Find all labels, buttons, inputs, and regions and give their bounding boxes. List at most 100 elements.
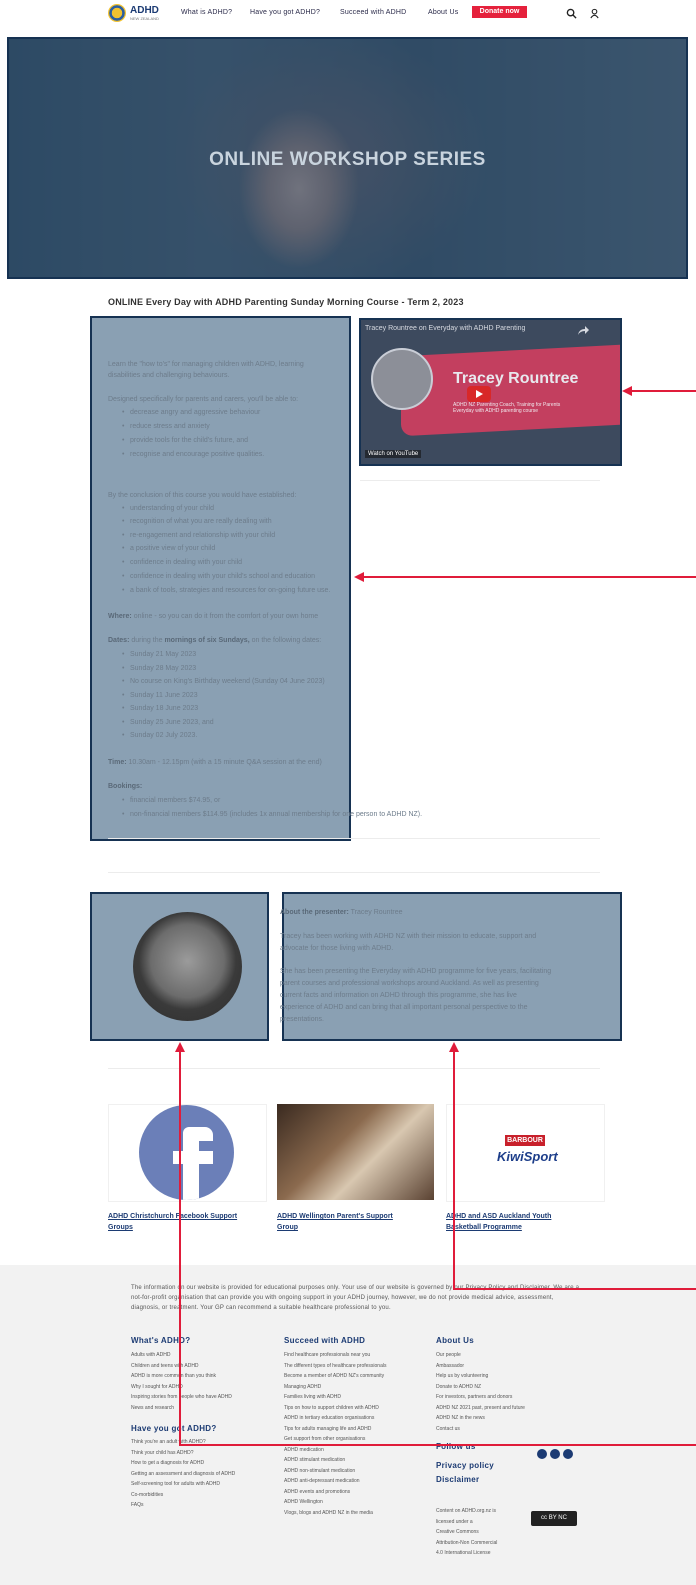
footer-heading-succeed[interactable]: Succeed with ADHD — [284, 1336, 365, 1345]
footer-link[interactable]: ADHD non-stimulant medication — [284, 1466, 386, 1477]
presenter-p2-line: parent courses and professional workshop… — [280, 980, 539, 987]
designed-item: provide tools for the child's future, an… — [122, 437, 248, 444]
facebook-icon[interactable] — [537, 1449, 547, 1459]
watch-on-youtube-link[interactable]: Watch on YouTube — [365, 450, 422, 458]
divider — [360, 480, 600, 481]
footer-link[interactable]: Families living with ADHD — [284, 1392, 386, 1403]
search-icon[interactable] — [566, 8, 577, 19]
nav-have-you-got-adhd[interactable]: Have you got ADHD? — [250, 9, 320, 16]
footer-link[interactable]: For investors, partners and donors — [436, 1392, 525, 1403]
youtube-icon[interactable] — [563, 1449, 573, 1459]
date-item: Sunday 25 June 2023, and — [122, 719, 214, 726]
footer-link[interactable]: Find healthcare professionals near you — [284, 1350, 386, 1361]
donate-button[interactable]: Donate now — [472, 6, 527, 18]
dates-line: Dates: during the mornings of six Sunday… — [108, 636, 321, 646]
footer-link[interactable]: Co-morbidities — [131, 1490, 235, 1501]
date-item: Sunday 18 June 2023 — [122, 705, 198, 712]
license-text: Content on ADHD.org.nz is licensed under… — [436, 1508, 498, 1556]
video-thumbnail-stroke — [401, 343, 620, 437]
presenter-label: About the presenter: — [280, 909, 349, 916]
card-link-christchurch[interactable]: ADHD Christchurch Facebook Support Groups — [108, 1211, 237, 1233]
footer-link[interactable]: ADHD NZ in the news — [436, 1413, 525, 1424]
footer-link[interactable]: Getting an assessment and diagnosis of A… — [131, 1469, 235, 1480]
footer-link[interactable]: Tips for adults managing life and ADHD — [284, 1424, 386, 1435]
youtube-video-embed[interactable]: Tracey Rountree on Everyday with ADHD Pa… — [359, 318, 622, 466]
presenter-p2-line: presentations. — [280, 1016, 324, 1023]
nav-about-us[interactable]: About Us — [428, 9, 458, 16]
footer-link[interactable]: ADHD anti-depressant medication — [284, 1476, 386, 1487]
intro-line-1: Learn the "how to's" for managing childr… — [108, 361, 304, 368]
footer-link[interactable]: Help us by volunteering — [436, 1371, 525, 1382]
user-icon[interactable] — [589, 8, 600, 19]
designed-item: reduce stress and anxiety — [122, 423, 210, 430]
footer-heading-about-us[interactable]: About Us — [436, 1336, 474, 1345]
disclaimer-link[interactable]: Disclaimer — [436, 1475, 479, 1484]
footer-link[interactable]: Why I sought for ADHD — [131, 1382, 232, 1393]
footer-link[interactable]: Think your child has ADHD? — [131, 1448, 235, 1459]
booking-item: non-financial members $114.95 (includes … — [122, 811, 422, 818]
footer-link[interactable]: ADHD medication — [284, 1445, 386, 1456]
time-line: Time: 10.30am - 12.15pm (with a 15 minut… — [108, 758, 322, 768]
footer-link[interactable]: Become a member of ADHD NZ's community — [284, 1371, 386, 1382]
footer-link[interactable]: Contact us — [436, 1424, 525, 1435]
course-title: ONLINE Every Day with ADHD Parenting Sun… — [108, 297, 464, 307]
presenter-p2-line: experience of ADHD and can bring that al… — [280, 1004, 528, 1011]
dates-pre: during the — [131, 637, 163, 644]
footer-link[interactable]: ADHD in tertiary education organisations — [284, 1413, 386, 1424]
nav-what-is-adhd[interactable]: What is ADHD? — [181, 9, 232, 16]
footer-col1b-links: Think you're an adult with ADHD? Think y… — [131, 1437, 235, 1511]
footer-link[interactable]: Children and teens with ADHD — [131, 1361, 232, 1372]
date-item: Sunday 28 May 2023 — [122, 665, 196, 672]
footer-link[interactable]: ADHD stimulant medication — [284, 1455, 386, 1466]
footer-link[interactable]: Self-screening tool for adults with ADHD — [131, 1479, 235, 1490]
footer-link[interactable]: ADHD NZ 2021 past, present and future — [436, 1403, 525, 1414]
footer-link[interactable]: Inspiring stories from people who have A… — [131, 1392, 232, 1403]
play-icon[interactable] — [467, 386, 491, 402]
card-link-auckland[interactable]: ADHD and ASD Auckland Youth Basketball Pr… — [446, 1211, 551, 1233]
footer-link[interactable]: FAQs — [131, 1500, 235, 1511]
divider — [108, 872, 600, 873]
footer-link[interactable]: Vlogs, blogs and ADHD NZ in the media — [284, 1508, 386, 1519]
creative-commons-link[interactable]: Creative Commons — [436, 1527, 497, 1538]
instagram-icon[interactable] — [550, 1449, 560, 1459]
footer-heading-have-you-got-adhd[interactable]: Have you got ADHD? — [131, 1424, 217, 1433]
footer-link[interactable]: ADHD is more common than you think — [131, 1371, 232, 1382]
basketball-card-image[interactable]: BARBOUR KiwiSport — [446, 1104, 605, 1202]
share-icon[interactable] — [577, 326, 589, 336]
annotation-arrow — [449, 1042, 459, 1052]
footer-link[interactable]: Tips on how to support children with ADH… — [284, 1403, 386, 1414]
presenter-p2-line: She has been presenting the Everyday wit… — [280, 968, 552, 975]
facebook-card-image[interactable] — [108, 1104, 267, 1202]
presenter-p1-line: advocate for those living with ADHD. — [280, 945, 394, 952]
footer-link[interactable]: ADHD events and promotions — [284, 1487, 386, 1498]
footer-link[interactable]: Ambassador — [436, 1361, 525, 1372]
bookings-label: Bookings: — [108, 783, 143, 790]
footer-link[interactable]: How to get a diagnosis for ADHD — [131, 1458, 235, 1469]
footer-link[interactable]: Our people — [436, 1350, 525, 1361]
annotation-arrow — [354, 572, 364, 582]
card-link-wellington[interactable]: ADHD Wellington Parent's Support Group — [277, 1211, 393, 1233]
footer-col1-links: Adults with ADHD Children and teens with… — [131, 1350, 232, 1413]
logo-text[interactable]: ADHD — [130, 5, 159, 16]
booking-item: financial members $74.95, or — [122, 797, 220, 804]
designed-item: decrease angry and aggressive behaviour — [122, 409, 260, 416]
logo-subtitle: NEW ZEALAND — [130, 16, 159, 21]
footer-heading-whats-adhd[interactable]: What's ADHD? — [131, 1336, 190, 1345]
footer-link[interactable]: Adults with ADHD — [131, 1350, 232, 1361]
conclusion-item: confidence in dealing with your child's … — [122, 573, 315, 580]
video-header[interactable]: Tracey Rountree on Everyday with ADHD Pa… — [365, 325, 525, 332]
divider — [108, 1068, 600, 1069]
footer-link[interactable]: Managing ADHD — [284, 1382, 386, 1393]
nav-succeed-with-adhd[interactable]: Succeed with ADHD — [340, 9, 406, 16]
footer-link[interactable]: Donate to ADHD NZ — [436, 1382, 525, 1393]
footer-link[interactable]: News and research — [131, 1403, 232, 1414]
footer-link[interactable]: Get support from other organisations — [284, 1434, 386, 1445]
footer-link[interactable]: ADHD Wellington — [284, 1497, 386, 1508]
creative-commons-badge[interactable]: cc BY NC — [531, 1511, 577, 1526]
footer-link[interactable]: The different types of healthcare profes… — [284, 1361, 386, 1372]
wellington-group-card-image[interactable] — [277, 1104, 434, 1200]
divider — [108, 838, 600, 839]
logo-icon[interactable] — [108, 4, 126, 22]
kiwisport-logo: KiwiSport — [497, 1149, 558, 1164]
privacy-policy-link[interactable]: Privacy policy — [436, 1461, 494, 1470]
